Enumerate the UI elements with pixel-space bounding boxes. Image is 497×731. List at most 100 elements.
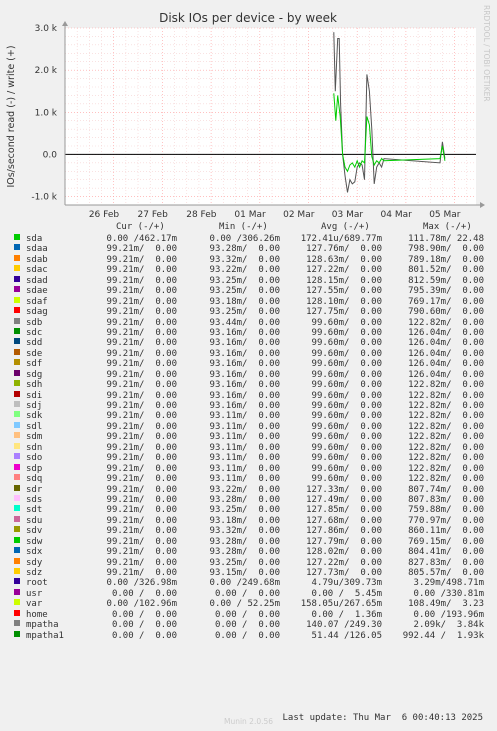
legend-cur: 99.21m/ 0.00 (106, 494, 177, 505)
legend-cur: 99.21m/ 0.00 (106, 432, 177, 443)
legend-swatch (14, 568, 20, 574)
legend-swatch (14, 286, 20, 293)
legend-cur: 99.21m/ 0.00 (106, 515, 177, 526)
legend-name: sdv (26, 526, 43, 537)
legend-max: 807.83m/ 0.00 (408, 494, 484, 505)
legend-swatch (14, 380, 20, 387)
legend-cur: 99.21m/ 0.00 (106, 390, 177, 401)
legend-row-sdl: sdl 99.21m/ 0.00 93.11m/ 0.00 99.60m/ 0.00 1… (0, 421, 497, 432)
legend-row-sdt: sdt 99.21m/ 0.00 93.25m/ 0.00 127.85m/ 0.00… (0, 505, 497, 515)
legend-max: 2.09k/ 3.84k (413, 620, 484, 631)
legend-row-mpatha1: mpatha1 0.00 / 0.00 0.00 / 0.00 51.44 /126.… (0, 630, 497, 641)
legend-avg: 99.60m/ 0.00 (311, 348, 382, 359)
legend-row-sdw: sdw 99.21m/ 0.00 93.28m/ 0.00 127.79m/ 0.00… (0, 536, 497, 547)
legend-name: sdf (26, 359, 43, 370)
legend-max: 108.49m/ 3.23 (408, 599, 484, 610)
legend-avg: 127.85m/ 0.00 (306, 505, 382, 516)
legend-header-min: Min (-/+) (219, 222, 268, 232)
legend-avg: 99.60m/ 0.00 (311, 327, 382, 338)
legend-cur: 0.00 / 0.00 (111, 620, 177, 631)
legend-cur: 0.00 / 0.00 (111, 630, 177, 641)
legend-max: 769.17m/ 0.00 (408, 296, 484, 307)
legend-name: sdi (26, 390, 43, 401)
legend-max: 860.11m/ 0.00 (408, 526, 484, 537)
legend-header: Cur (-/+) Min (-/+) Avg (-/+) Max (-/+) (0, 222, 497, 233)
legend-max: 804.41m/ 0.00 (408, 547, 484, 558)
legend-max: 122.82m/ 0.00 (408, 411, 484, 422)
legend-row-sdq: sdq 99.21m/ 0.00 93.11m/ 0.00 99.60m/ 0.00 1… (0, 474, 497, 484)
legend-name: sdh (26, 380, 43, 391)
legend-name: mpatha1 (26, 630, 64, 641)
legend-name: sdaa (26, 244, 48, 255)
legend-swatch (14, 369, 20, 376)
legend-cur: 99.21m/ 0.00 (106, 296, 177, 307)
legend-row-sdaf: sdaf 99.21m/ 0.00 93.18m/ 0.00 128.10m/ 0.0… (0, 296, 497, 307)
legend-row-mpatha: mpatha 0.00 / 0.00 0.00 / 0.00 140.07 /249.… (0, 620, 497, 630)
legend-cur: 99.21m/ 0.00 (106, 411, 177, 422)
legend-name: sdz (26, 568, 43, 578)
legend-swatch (14, 265, 20, 272)
legend-min: 0.00 / 0.00 (214, 620, 280, 631)
legend-row-sdae: sdae 99.21m/ 0.00 93.25m/ 0.00 127.55m/ 0.0… (0, 286, 497, 296)
legend-name: mpatha (26, 620, 59, 631)
legend-max: 122.82m/ 0.00 (408, 317, 484, 328)
legend-cur: 99.21m/ 0.00 (106, 307, 177, 318)
legend-swatch (14, 317, 20, 324)
legend-row-sdg: sdg 99.21m/ 0.00 93.16m/ 0.00 99.60m/ 0.00 1… (0, 369, 497, 380)
legend-name: sdab (26, 254, 48, 265)
legend-avg: 99.60m/ 0.00 (311, 442, 382, 453)
legend-name: sdr (26, 484, 43, 495)
legend-max: 122.82m/ 0.00 (408, 421, 484, 432)
legend-swatch (14, 296, 20, 303)
legend-avg: 172.41u/689.77m (300, 234, 382, 244)
legend-min: 93.11m/ 0.00 (209, 432, 280, 443)
legend-max: 0.00 /330.81m (413, 588, 484, 599)
x-tick-label-5: 03 Mar (332, 210, 364, 220)
legend-avg: 127.22m/ 0.00 (306, 557, 382, 568)
legend-name: sds (26, 494, 43, 505)
legend-name: sdt (26, 505, 43, 516)
legend-min: 93.22m/ 0.00 (209, 265, 280, 276)
legend-min: 93.18m/ 0.00 (209, 515, 280, 526)
legend-swatch (14, 411, 20, 418)
legend-avg: 128.63m/ 0.00 (306, 254, 382, 265)
legend-avg: 128.10m/ 0.00 (306, 296, 382, 307)
legend-name: sdm (26, 432, 43, 443)
legend-swatch (14, 421, 20, 428)
legend-cur: 99.21m/ 0.00 (106, 338, 177, 349)
legend-swatch (14, 505, 20, 512)
legend-name: sdl (26, 421, 43, 432)
legend-avg: 99.60m/ 0.00 (311, 390, 382, 401)
legend-swatch (14, 275, 20, 282)
legend-name: var (26, 599, 43, 610)
legend-max: 126.04m/ 0.00 (408, 327, 484, 338)
legend-min: 93.44m/ 0.00 (209, 317, 280, 328)
legend-avg: 127.75m/ 0.00 (306, 307, 382, 318)
legend-max: 122.82m/ 0.00 (408, 474, 484, 485)
x-tick-label-2: 28 Feb (186, 210, 217, 220)
legend-min: 93.28m/ 0.00 (209, 536, 280, 547)
legend-avg: 99.60m/ 0.00 (311, 359, 382, 370)
legend-min: 93.22m/ 0.00 (209, 484, 280, 495)
legend-swatch (14, 599, 20, 606)
legend-name: sdag (26, 307, 48, 318)
legend-swatch (14, 234, 20, 240)
legend-row-var: var 0.00 /102.96m 0.00 / 52.25m 158.05u/267… (0, 599, 497, 609)
legend-row-sdd: sdd 99.21m/ 0.00 93.16m/ 0.00 99.60m/ 0.00 1… (0, 338, 497, 348)
legend-row-home: home 0.00 / 0.00 0.00 / 0.00 0.00 / 1.36m 0.… (0, 609, 497, 620)
legend-min: 93.16m/ 0.00 (209, 390, 280, 401)
chart-area: 3.0 k 2.0 k 1.0 k 0.0 -1.0 k 26 Feb 27 Feb 28 F… (6, 5, 491, 220)
legend-cur: 99.21m/ 0.00 (106, 463, 177, 474)
legend-max: 0.00 /193.96m (413, 609, 484, 620)
legend-row-sdx: sdx 99.21m/ 0.00 93.28m/ 0.00 128.02m/ 0.00… (0, 547, 497, 557)
legend-cur: 0.00 /462.17m (106, 234, 177, 244)
legend-min: 93.25m/ 0.00 (209, 286, 280, 297)
legend-cur: 99.21m/ 0.00 (106, 359, 177, 370)
legend-max: 795.39m/ 0.00 (408, 286, 484, 297)
y-tick-label-2: 1.0 k (35, 108, 58, 118)
legend-min: 93.25m/ 0.00 (209, 307, 280, 318)
legend-swatch (14, 557, 20, 564)
legend-row-sdac: sdac 99.21m/ 0.00 93.22m/ 0.00 127.22m/ 0.0… (0, 265, 497, 275)
legend-swatch (14, 390, 20, 397)
legend-min: 0.00 /306.26m (209, 234, 280, 244)
